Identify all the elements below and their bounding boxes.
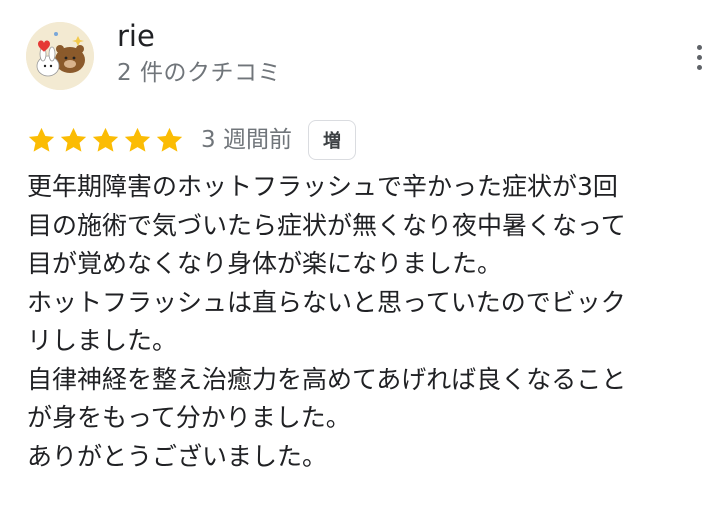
review-text-line: 目の施術で気づいたら症状が無くなり夜中暑くなって bbox=[27, 210, 626, 240]
author-name[interactable]: rie bbox=[117, 18, 155, 54]
more-vert-icon bbox=[696, 44, 702, 50]
review-text-line: 自律神経を整え治癒力を高めてあげれば良くなること bbox=[27, 364, 627, 394]
more-vert-icon bbox=[696, 54, 702, 60]
author-review-count[interactable]: 2 件のクチコミ bbox=[117, 58, 281, 88]
review-text-line: 目が覚めなくなり身体が楽になりました。 bbox=[27, 249, 503, 278]
more-vert-icon bbox=[696, 64, 702, 70]
avatar-illustration-icon bbox=[26, 22, 94, 90]
review-text: 更年期障害のホットフラッシュで辛かった症状が3回 目の施術で気づいたら症状が無く… bbox=[27, 168, 717, 476]
star-rating bbox=[26, 125, 186, 156]
star-icon bbox=[90, 125, 121, 156]
review-card: rie 2 件のクチコミ 3 週間前 増 更年期障害のホットフラッシュで辛かった… bbox=[0, 0, 727, 530]
more-options-button[interactable] bbox=[684, 40, 714, 74]
rating-row: 3 週間前 増 bbox=[26, 118, 356, 162]
review-text-line: が身をもって分かりました。 bbox=[27, 403, 351, 432]
review-text-line: ホットフラッシュは直らないと思っていたのでビック bbox=[27, 287, 626, 317]
star-icon bbox=[122, 125, 153, 156]
star-icon bbox=[26, 125, 57, 156]
star-icon bbox=[58, 125, 89, 156]
review-date: 3 週間前 bbox=[201, 127, 292, 153]
avatar[interactable] bbox=[26, 22, 94, 90]
review-text-line: リしました。 bbox=[27, 326, 178, 355]
review-text-line: 更年期障害のホットフラッシュで辛かった症状が3回 bbox=[27, 172, 618, 201]
review-tag-badge[interactable]: 増 bbox=[307, 120, 356, 160]
star-icon bbox=[154, 125, 185, 156]
review-text-line: ありがとうございました。 bbox=[27, 441, 328, 471]
